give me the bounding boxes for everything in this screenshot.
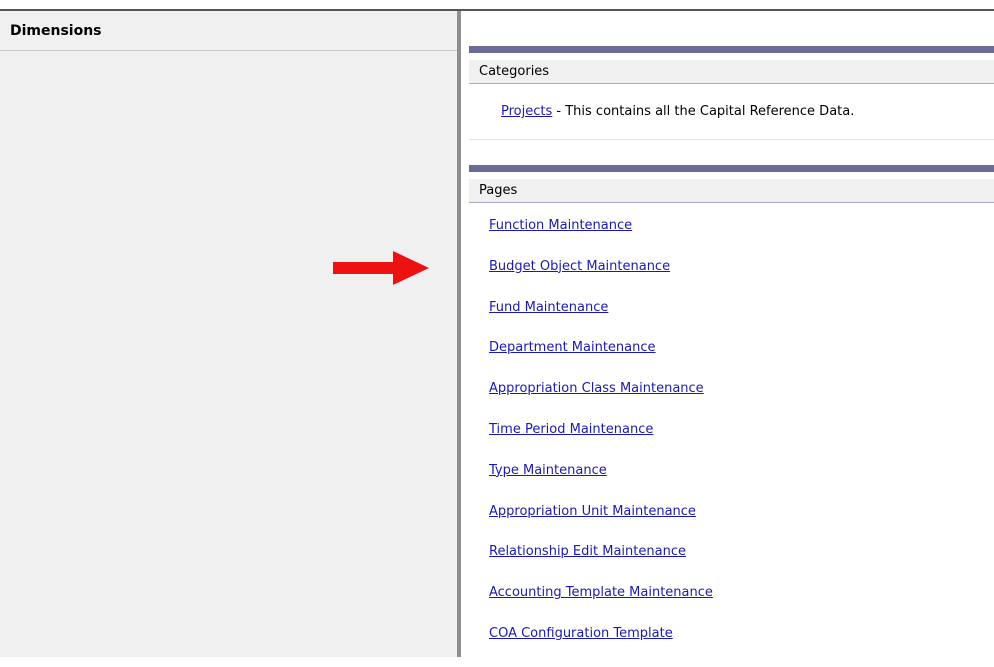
fund-maintenance-link[interactable]: Fund Maintenance (489, 300, 608, 315)
appropriation-class-maintenance-link[interactable]: Appropriation Class Maintenance (489, 381, 704, 396)
list-item: Budget Object Maintenance (489, 259, 713, 300)
dimensions-panel: Dimensions (0, 11, 457, 657)
projects-description: - This contains all the Capital Referenc… (552, 104, 855, 119)
category-item-projects: Projects - This contains all the Capital… (501, 104, 854, 119)
right-arrow-icon (333, 251, 429, 285)
list-item: Appropriation Unit Maintenance (489, 504, 713, 545)
categories-section-bar (469, 46, 994, 53)
pages-section-bar (469, 165, 994, 172)
list-item: Time Period Maintenance (489, 422, 713, 463)
appropriation-unit-maintenance-link[interactable]: Appropriation Unit Maintenance (489, 504, 696, 519)
list-item: Function Maintenance (489, 218, 713, 259)
accounting-template-maintenance-link[interactable]: Accounting Template Maintenance (489, 585, 713, 600)
type-maintenance-link[interactable]: Type Maintenance (489, 463, 607, 478)
top-border (0, 0, 994, 11)
categories-divider (469, 139, 994, 140)
list-item: Fund Maintenance (489, 300, 713, 341)
department-maintenance-link[interactable]: Department Maintenance (489, 340, 656, 355)
list-item: Accounting Template Maintenance (489, 585, 713, 626)
projects-link[interactable]: Projects (501, 104, 552, 119)
list-item: COA Configuration Template (489, 626, 713, 667)
list-item: Appropriation Class Maintenance (489, 381, 713, 422)
categories-header-label: Categories (479, 64, 550, 79)
relationship-edit-maintenance-link[interactable]: Relationship Edit Maintenance (489, 544, 686, 559)
function-maintenance-link[interactable]: Function Maintenance (489, 218, 632, 233)
content-panel: Categories Projects - This contains all … (461, 11, 994, 657)
list-item: Relationship Edit Maintenance (489, 544, 713, 585)
budget-object-maintenance-link[interactable]: Budget Object Maintenance (489, 259, 670, 274)
dimensions-panel-title: Dimensions (10, 22, 102, 39)
list-item: Type Maintenance (489, 463, 713, 504)
coa-configuration-template-link[interactable]: COA Configuration Template (489, 626, 673, 641)
list-item: Department Maintenance (489, 340, 713, 381)
categories-section-header: Categories (469, 60, 994, 84)
pages-header-label: Pages (479, 183, 518, 198)
pages-list: Function Maintenance Budget Object Maint… (489, 218, 713, 667)
pages-section-header: Pages (469, 179, 994, 203)
dimensions-panel-header: Dimensions (0, 11, 457, 51)
time-period-maintenance-link[interactable]: Time Period Maintenance (489, 422, 653, 437)
